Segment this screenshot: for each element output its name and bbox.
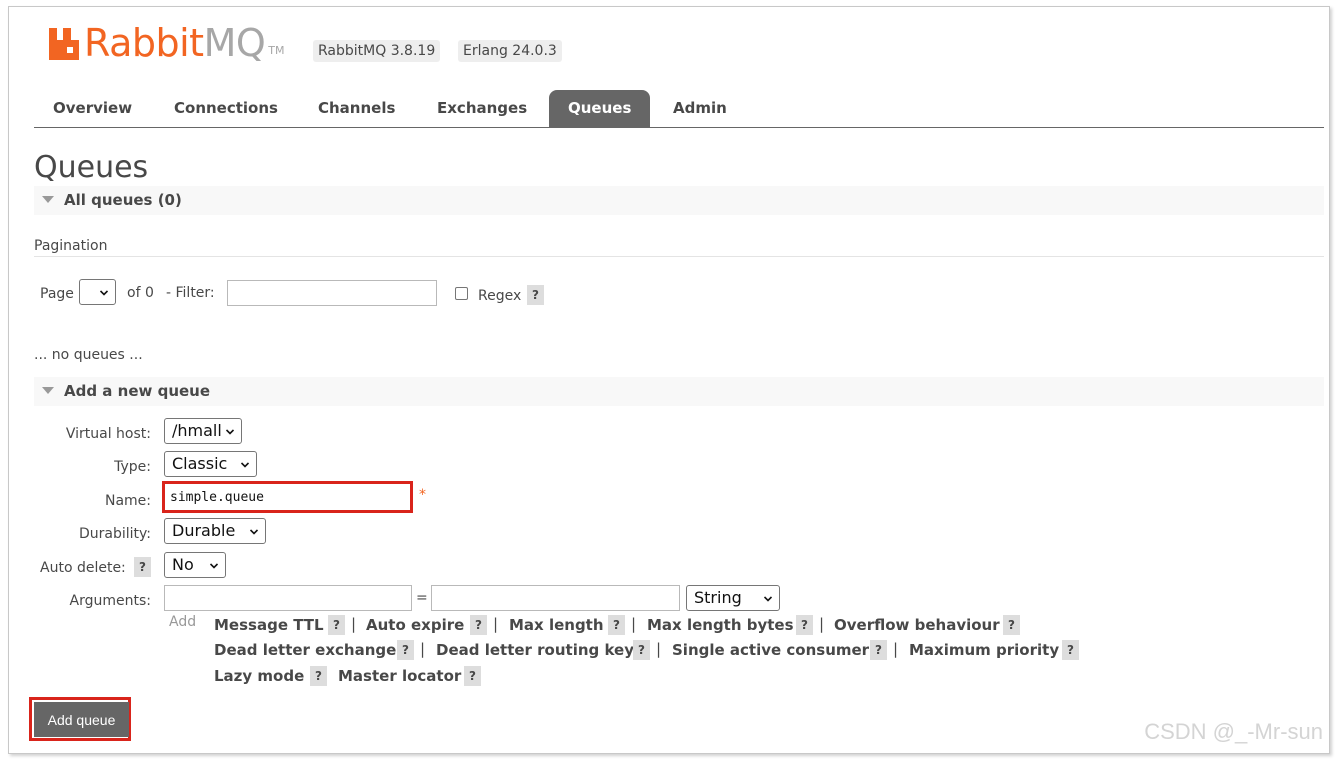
arg-link-lazy-mode[interactable]: Lazy mode [214, 667, 304, 685]
type-label: Type: [114, 459, 151, 475]
max-length-bytes-help-icon[interactable]: ? [796, 615, 813, 635]
separator: | [656, 640, 662, 658]
arg-link-auto-expire[interactable]: Auto expire [366, 616, 464, 634]
maximum-priority-help-icon[interactable]: ? [1062, 640, 1079, 660]
virtual-host-select[interactable]: /hmall [164, 418, 242, 444]
main-nav-tabs: Overview Connections Channels Exchanges … [34, 90, 1324, 128]
pagination-label: Pagination [34, 238, 108, 254]
regex-label: Regex [478, 288, 522, 304]
all-queues-section-header[interactable]: All queues (0) [34, 186, 1324, 215]
chevron-down-icon [210, 563, 218, 569]
filter-label: - Filter: [166, 285, 215, 301]
argument-value-input[interactable] [431, 585, 680, 611]
auto-delete-select[interactable]: No [164, 552, 226, 578]
arg-link-max-length[interactable]: Max length [509, 616, 604, 634]
logo-text-mq: MQ [203, 21, 266, 65]
required-asterisk: * [419, 487, 426, 503]
overflow-behaviour-help-icon[interactable]: ? [1003, 615, 1020, 635]
page-label: Page [40, 286, 74, 302]
auto-delete-help-icon[interactable]: ? [134, 557, 151, 577]
chevron-down-icon [250, 529, 258, 535]
message-ttl-help-icon[interactable]: ? [328, 615, 345, 635]
queue-name-input[interactable] [166, 485, 409, 509]
tab-connections[interactable]: Connections [155, 90, 297, 127]
rabbitmq-logo-icon [49, 28, 79, 60]
separator: | [351, 615, 357, 633]
collapse-triangle-icon [42, 196, 54, 203]
add-queue-section-label: Add a new queue [64, 382, 211, 400]
dead-letter-routing-key-help-icon[interactable]: ? [633, 640, 650, 660]
logo-trademark: TM [268, 44, 285, 57]
separator: | [493, 615, 499, 633]
type-select[interactable]: Classic [164, 451, 257, 477]
all-queues-label: All queues (0) [64, 191, 182, 209]
regex-checkbox[interactable] [455, 287, 468, 300]
arg-link-message-ttl[interactable]: Message TTL [214, 616, 324, 634]
erlang-version-badge: Erlang 24.0.3 [458, 40, 562, 62]
argument-equals-sign: = [416, 590, 428, 606]
page-of-label: of 0 [127, 285, 154, 301]
logo-text-rabbit: Rabbit [84, 21, 204, 65]
tab-exchanges[interactable]: Exchanges [418, 90, 546, 127]
rabbitmq-logo[interactable]: RabbitMQ TM [49, 21, 284, 65]
csdn-watermark: CSDN @_-Mr-sun [1144, 719, 1323, 744]
dead-letter-exchange-help-icon[interactable]: ? [397, 640, 414, 660]
arg-link-maximum-priority[interactable]: Maximum priority [909, 641, 1059, 659]
durability-select[interactable]: Durable [164, 518, 266, 544]
arg-link-max-length-bytes[interactable]: Max length bytes [647, 616, 794, 634]
regex-help-icon[interactable]: ? [527, 285, 544, 305]
pagination-divider [34, 256, 1324, 257]
chevron-down-icon [764, 596, 772, 602]
separator: | [420, 640, 426, 658]
arg-link-master-locator[interactable]: Master locator [338, 667, 461, 685]
virtual-host-label: Virtual host: [65, 426, 151, 442]
page-title: Queues [34, 150, 149, 185]
max-length-help-icon[interactable]: ? [608, 615, 625, 635]
name-label: Name: [104, 493, 151, 509]
separator: | [893, 640, 899, 658]
add-queue-button[interactable]: Add queue [34, 702, 129, 737]
rabbitmq-version-badge: RabbitMQ 3.8.19 [313, 40, 441, 62]
arg-link-single-active-consumer[interactable]: Single active consumer [672, 641, 869, 659]
arguments-label: Arguments: [69, 593, 151, 609]
durability-label: Durability: [78, 526, 151, 542]
arg-link-dead-letter-routing-key[interactable]: Dead letter routing key [436, 641, 634, 659]
single-active-consumer-help-icon[interactable]: ? [870, 640, 887, 660]
tab-overview[interactable]: Overview [34, 90, 151, 127]
page-select[interactable] [79, 279, 116, 305]
auto-expire-help-icon[interactable]: ? [470, 615, 487, 635]
add-queue-section-header[interactable]: Add a new queue [34, 377, 1324, 406]
arg-link-dead-letter-exchange[interactable]: Dead letter exchange [214, 641, 396, 659]
auto-delete-label: Auto delete: [40, 560, 126, 576]
chevron-down-icon [226, 429, 234, 435]
argument-type-select[interactable]: String [686, 585, 780, 611]
chevron-down-icon [100, 290, 108, 296]
tab-admin[interactable]: Admin [654, 90, 746, 127]
lazy-mode-help-icon[interactable]: ? [310, 666, 327, 686]
chevron-down-icon [241, 462, 249, 468]
filter-input[interactable] [227, 280, 437, 306]
add-argument-label: Add [169, 614, 197, 630]
separator: | [819, 615, 825, 633]
tab-queues[interactable]: Queues [549, 90, 651, 127]
no-queues-text: ... no queues ... [34, 347, 143, 363]
argument-key-input[interactable] [164, 585, 412, 611]
master-locator-help-icon[interactable]: ? [464, 666, 481, 686]
arg-link-overflow-behaviour[interactable]: Overflow behaviour [834, 616, 1000, 634]
separator: | [631, 615, 637, 633]
browser-frame: RabbitMQ TM RabbitMQ 3.8.19 Erlang 24.0.… [8, 6, 1330, 754]
tab-channels[interactable]: Channels [299, 90, 414, 127]
collapse-triangle-icon [42, 387, 54, 394]
